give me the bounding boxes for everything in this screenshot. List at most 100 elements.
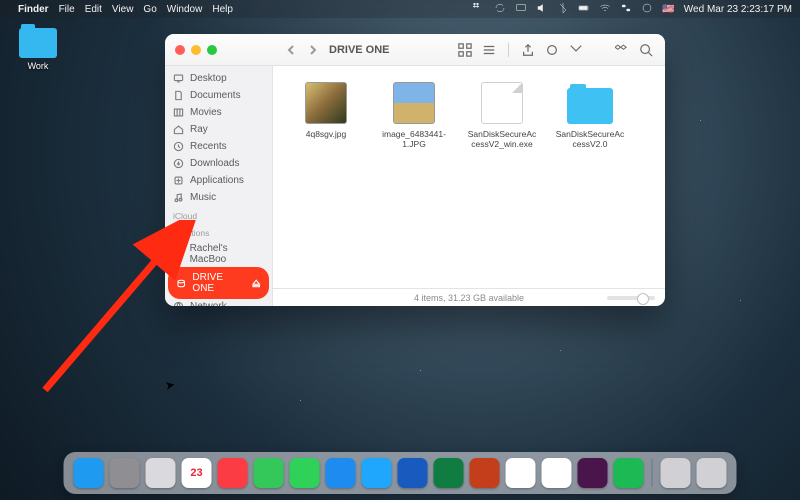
sidebar-item-label: Movies	[190, 107, 222, 118]
file-name: 4q8sgv.jpg	[291, 129, 361, 139]
group-button[interactable]	[480, 41, 498, 59]
search-button[interactable]	[637, 41, 655, 59]
file-grid: 4q8sgv.jpg image_6483441-1.JPG SanDiskSecu…	[273, 66, 665, 288]
back-button[interactable]	[283, 42, 299, 58]
share-button[interactable]	[519, 41, 537, 59]
menu-help[interactable]: Help	[212, 4, 233, 15]
disk-icon	[176, 278, 186, 289]
file-thumbnail	[567, 88, 613, 124]
bluetooth-icon[interactable]	[557, 2, 569, 17]
battery-icon[interactable]	[578, 2, 590, 17]
dropbox-icon[interactable]	[473, 2, 485, 17]
dock-app-mail[interactable]	[326, 458, 356, 488]
sidebar-item-label: Downloads	[190, 158, 239, 169]
icon-view-button[interactable]	[456, 41, 474, 59]
wifi-icon[interactable]	[599, 2, 611, 17]
sidebar-item-label: Recents	[190, 141, 227, 152]
dropbox-toolbar-icon[interactable]	[613, 41, 631, 59]
menu-edit[interactable]: Edit	[85, 4, 102, 15]
action-button[interactable]	[567, 41, 585, 59]
close-button[interactable]	[175, 45, 185, 55]
app-menu[interactable]: Finder	[18, 4, 49, 15]
sidebar-item-label: Desktop	[190, 73, 227, 84]
dock-app-spotify[interactable]	[614, 458, 644, 488]
file-item[interactable]: image_6483441-1.JPG	[379, 82, 449, 149]
sidebar-header-icloud: iCloud	[165, 206, 272, 223]
file-thumbnail	[305, 82, 347, 124]
clock-icon	[173, 141, 184, 152]
folder-icon	[19, 28, 57, 58]
file-item[interactable]: 4q8sgv.jpg	[291, 82, 361, 139]
sidebar-item-applications[interactable]: Applications	[165, 172, 272, 189]
menu-view[interactable]: View	[112, 4, 134, 15]
clock[interactable]: Wed Mar 23 2:23:17 PM	[684, 4, 792, 15]
dock-app-trash[interactable]	[661, 458, 691, 488]
menubar: Finder File Edit View Go Window Help 🇺🇸 …	[0, 0, 800, 18]
sidebar-item-label: Rachel's MacBoo	[190, 243, 264, 265]
sidebar-item-recents[interactable]: Recents	[165, 138, 272, 155]
desktop-folder-work[interactable]: Work	[14, 28, 62, 71]
dock: 23	[64, 452, 737, 494]
edit-tags-button[interactable]	[543, 41, 561, 59]
status-text: 4 items, 31.23 GB available	[414, 293, 524, 303]
dock-app-settings[interactable]	[110, 458, 140, 488]
sidebar-item-label: Network	[190, 301, 227, 306]
sidebar-item-label: Applications	[190, 175, 244, 186]
forward-button[interactable]	[305, 42, 321, 58]
dock-app-music[interactable]	[218, 458, 248, 488]
sync-icon[interactable]	[494, 2, 506, 17]
dock-app-calendar[interactable]: 23	[182, 458, 212, 488]
dock-app-messages[interactable]	[254, 458, 284, 488]
desktop-folder-label: Work	[14, 61, 62, 71]
globe-icon	[173, 301, 184, 306]
sidebar-item-movies[interactable]: Movies	[165, 104, 272, 121]
dock-app-launchpad[interactable]	[146, 458, 176, 488]
flag-icon[interactable]: 🇺🇸	[662, 4, 674, 15]
dock-app-slack[interactable]	[578, 458, 608, 488]
titlebar: DRIVE ONE	[165, 34, 665, 66]
menu-window[interactable]: Window	[167, 4, 203, 15]
file-name: image_6483441-1.JPG	[379, 129, 449, 149]
laptop-icon	[173, 249, 184, 260]
volume-icon[interactable]	[536, 2, 548, 17]
zoom-button[interactable]	[207, 45, 217, 55]
sidebar-item-downloads[interactable]: Downloads	[165, 155, 272, 172]
file-item[interactable]: SanDiskSecureAccessV2_win.exe	[467, 82, 537, 149]
download-icon	[173, 158, 184, 169]
dock-app-finder[interactable]	[74, 458, 104, 488]
movie-icon	[173, 107, 184, 118]
sidebar-item-label: DRIVE ONE	[192, 272, 244, 294]
sidebar-item-desktop[interactable]: Desktop	[165, 70, 272, 87]
file-thumbnail	[481, 82, 523, 124]
dock-app-excel[interactable]	[434, 458, 464, 488]
dock-app-facetime[interactable]	[290, 458, 320, 488]
sidebar-item-ray[interactable]: Ray	[165, 121, 272, 138]
sidebar: Desktop Documents Movies Ray Recents Download…	[165, 66, 273, 306]
dock-app-photos[interactable]	[506, 458, 536, 488]
sidebar-item-drive-one[interactable]: DRIVE ONE	[170, 269, 267, 297]
minimize-button[interactable]	[191, 45, 201, 55]
siri-icon[interactable]	[641, 2, 653, 17]
music-icon	[173, 192, 184, 203]
menu-go[interactable]: Go	[143, 4, 156, 15]
eject-icon[interactable]	[251, 278, 261, 289]
doc-icon	[173, 90, 184, 101]
sidebar-item-label: Documents	[190, 90, 241, 101]
control-center-icon[interactable]	[620, 2, 632, 17]
app-icon	[173, 175, 184, 186]
file-item[interactable]: SanDiskSecureAccessV2.0	[555, 82, 625, 149]
display-icon[interactable]	[515, 2, 527, 17]
sidebar-item-documents[interactable]: Documents	[165, 87, 272, 104]
cursor-icon: ➤	[164, 377, 176, 393]
dock-app-powerpoint[interactable]	[470, 458, 500, 488]
sidebar-item-rachel-s-macboo[interactable]: Rachel's MacBoo	[165, 240, 272, 268]
sidebar-item-network[interactable]: Network	[165, 298, 272, 306]
dock-app-safari[interactable]	[362, 458, 392, 488]
sidebar-item-music[interactable]: Music	[165, 189, 272, 206]
zoom-slider[interactable]	[607, 296, 655, 300]
dock-app-word[interactable]	[398, 458, 428, 488]
file-name: SanDiskSecureAccessV2_win.exe	[467, 129, 537, 149]
menu-file[interactable]: File	[59, 4, 75, 15]
dock-app-trash2[interactable]	[697, 458, 727, 488]
dock-app-chrome[interactable]	[542, 458, 572, 488]
